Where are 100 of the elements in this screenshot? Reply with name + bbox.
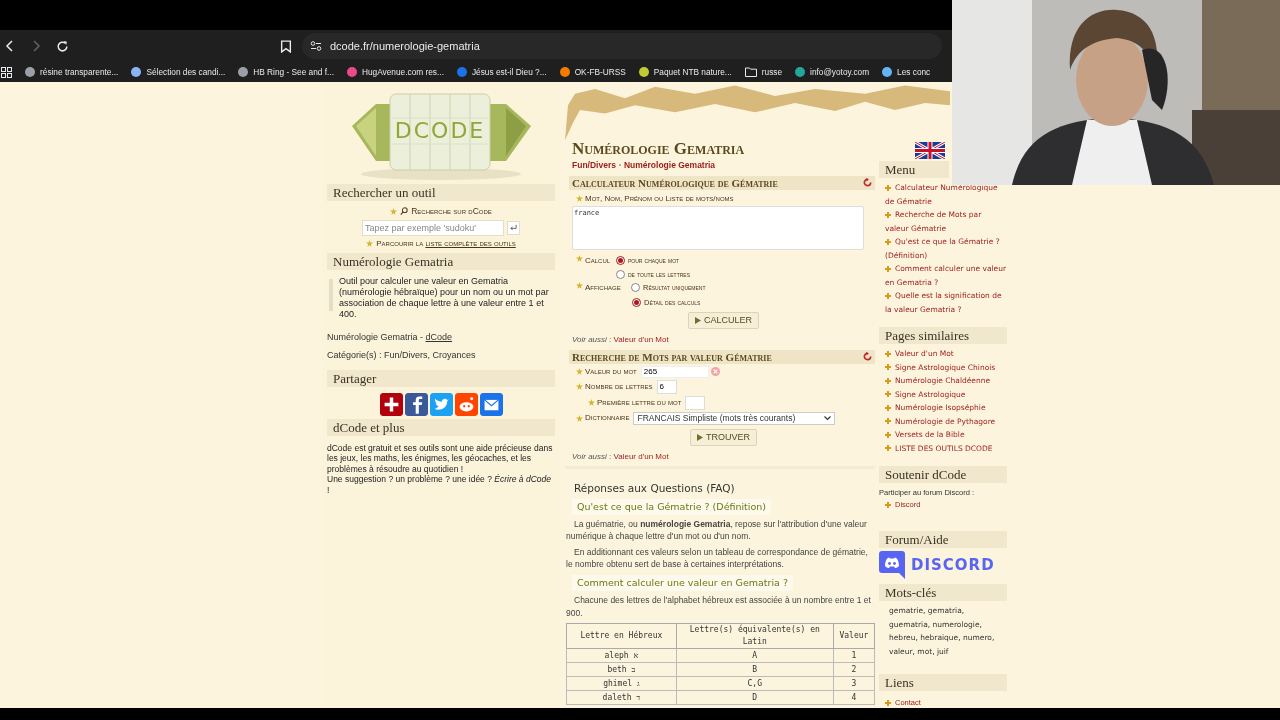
submit-button[interactable]: CALCULER — [688, 311, 759, 329]
breadcrumb-link[interactable]: Numérologie Gematria — [623, 159, 716, 172]
faq-paragraph: Chacune des lettres de l'alphabet hébreux est associée à un nombre entre 1 et 900. — [566, 594, 872, 619]
link[interactable]: Valeur d'un Mot — [613, 334, 669, 344]
column-header: Valeur — [833, 623, 875, 649]
bookmark-item[interactable]: HugAvenue.com res... — [347, 65, 444, 79]
search-field[interactable]: Tapez par exemple 'sudoku' — [362, 219, 504, 236]
section-heading: Numérologie Gematria — [327, 252, 555, 270]
section-title: Calculateur Numérologique de Gématrie — [572, 175, 778, 191]
section-heading: Liens — [879, 674, 1007, 692]
bullet-icon — [885, 391, 891, 398]
section-heading: Pages similaires — [879, 327, 1007, 344]
section-heading: Partager — [327, 369, 555, 387]
bookmark-icon[interactable] — [280, 39, 292, 53]
link[interactable]: dCode — [425, 331, 453, 342]
faq-question: Qu'est ce que la Gématrie ? (Définition) — [572, 498, 772, 515]
envelope-button[interactable] — [479, 392, 503, 416]
section-heading: Menu — [879, 161, 949, 178]
number-field[interactable]: 265 — [640, 365, 709, 378]
page-title: Numérologie Gematria — [572, 139, 746, 159]
plus-button[interactable] — [379, 392, 403, 416]
radio-button[interactable] — [616, 255, 625, 265]
input-field[interactable] — [685, 395, 706, 410]
table-cell: A — [676, 648, 834, 663]
suggestion-text: Une suggestion ? un problème ? une idée ? Écrire à dCode ! — [327, 474, 552, 496]
radio-button[interactable] — [631, 283, 640, 293]
bookmark-item[interactable]: Jésus est-il Dieu ?... — [456, 65, 547, 79]
bookmark-item[interactable]: OK-FB-URSS — [559, 65, 626, 79]
reload-icon[interactable] — [54, 38, 70, 54]
bullet-icon — [885, 502, 891, 509]
radio-button[interactable] — [632, 297, 641, 307]
table-cell: 1 — [833, 648, 875, 663]
bookmark-item[interactable]: Paquet NTB nature... — [638, 65, 732, 79]
column-header: Lettre(s) équivalente(s) en Latin — [676, 623, 834, 649]
breadcrumb-link[interactable]: Fun/Divers — [572, 159, 616, 172]
field-label: Nombre de lettres — [585, 380, 653, 393]
faq-title: Réponses aux Questions (FAQ) — [573, 480, 736, 496]
site-settings-icon[interactable] — [310, 40, 322, 52]
search-label: Recherche sur dCode — [411, 205, 492, 218]
apps-grid-icon[interactable] — [1, 66, 12, 78]
see-also-text: Voir aussi : Valeur d'un Mot — [572, 333, 670, 346]
logo-text: DCODE — [394, 118, 486, 143]
field-label: Affichage — [585, 282, 621, 295]
bookmark-item[interactable]: Les conc — [882, 65, 931, 79]
reset-icon[interactable] — [863, 178, 872, 188]
link[interactable]: Valeur d'un Mot — [613, 451, 669, 461]
enter-icon — [510, 224, 517, 232]
star-icon — [576, 368, 583, 376]
caret-icon — [824, 415, 832, 421]
play-icon — [697, 433, 703, 441]
table-cell: 2 — [833, 662, 875, 677]
link[interactable]: liste complète des outils — [425, 238, 516, 248]
table-cell: beth ב — [566, 662, 677, 677]
search-button[interactable] — [507, 220, 520, 235]
section-heading: dCode et plus — [327, 418, 555, 436]
bullet-icon — [885, 445, 891, 452]
bookmark-item[interactable]: info@yotoy.com — [795, 65, 870, 79]
star-icon — [576, 414, 583, 422]
bullet-icon — [885, 292, 891, 299]
bookmark-item[interactable]: résine transparente... — [25, 65, 119, 79]
discord-logo[interactable]: DISCORD — [879, 551, 1007, 580]
radio-button[interactable] — [616, 270, 625, 280]
faq-question: Comment calculer une valeur en Gematria ? — [572, 574, 793, 591]
section-heading: Forum/Aide — [879, 531, 1007, 549]
dropdown[interactable]: FRANCAIS Simpliste (mots très courants) — [633, 411, 836, 425]
reset-icon[interactable] — [863, 352, 872, 362]
bookmark-item[interactable]: Sélection des candi... — [131, 65, 226, 79]
bullet-icon — [885, 184, 891, 191]
field-label: Dictionnaire — [585, 412, 630, 425]
number-field[interactable]: 6 — [656, 379, 677, 394]
table-cell: 4 — [833, 690, 875, 705]
table-cell: D — [676, 690, 834, 705]
f-logo-button[interactable] — [404, 392, 428, 416]
bullet-icon — [885, 238, 891, 245]
table-cell: C,G — [676, 676, 834, 691]
star-icon — [390, 207, 398, 215]
star-icon — [576, 195, 583, 203]
submit-button[interactable]: TROUVER — [690, 428, 757, 446]
bookmark-item[interactable]: HB Ring - See and f... — [238, 65, 334, 79]
credit-text: Numérologie Gematria - dCode — [327, 330, 454, 344]
about-text: dCode est gratuit et ses outils sont une aide précieuse dans les jeux, les maths, les énigmes, les géocaches, et les problèmes à résoudre au quotidien ! — [327, 442, 554, 474]
table-cell: 3 — [833, 676, 875, 691]
bird-button[interactable] — [429, 392, 453, 416]
alien-button[interactable] — [454, 392, 478, 416]
play-icon — [695, 316, 701, 324]
browse-text: Parcourir la liste complète des outils — [376, 237, 516, 250]
section-heading: Soutenir dCode — [879, 466, 1007, 483]
column-header: Lettre en Hébreux — [566, 623, 677, 649]
bookmark-item[interactable]: russe — [744, 65, 783, 79]
search-icon — [400, 207, 409, 216]
table-cell: B — [676, 662, 834, 677]
bullet-icon — [885, 431, 891, 438]
bullet-icon — [885, 418, 891, 425]
field-label: Calcul — [585, 254, 611, 267]
bullet-icon — [885, 700, 891, 707]
address-bar[interactable]: dcode.fr/numerologie-gematria — [302, 33, 942, 59]
flag-icon[interactable] — [915, 142, 945, 159]
table-cell: daleth ד — [566, 690, 677, 705]
section-heading: Rechercher un outil — [327, 184, 555, 201]
star-icon — [576, 254, 583, 262]
